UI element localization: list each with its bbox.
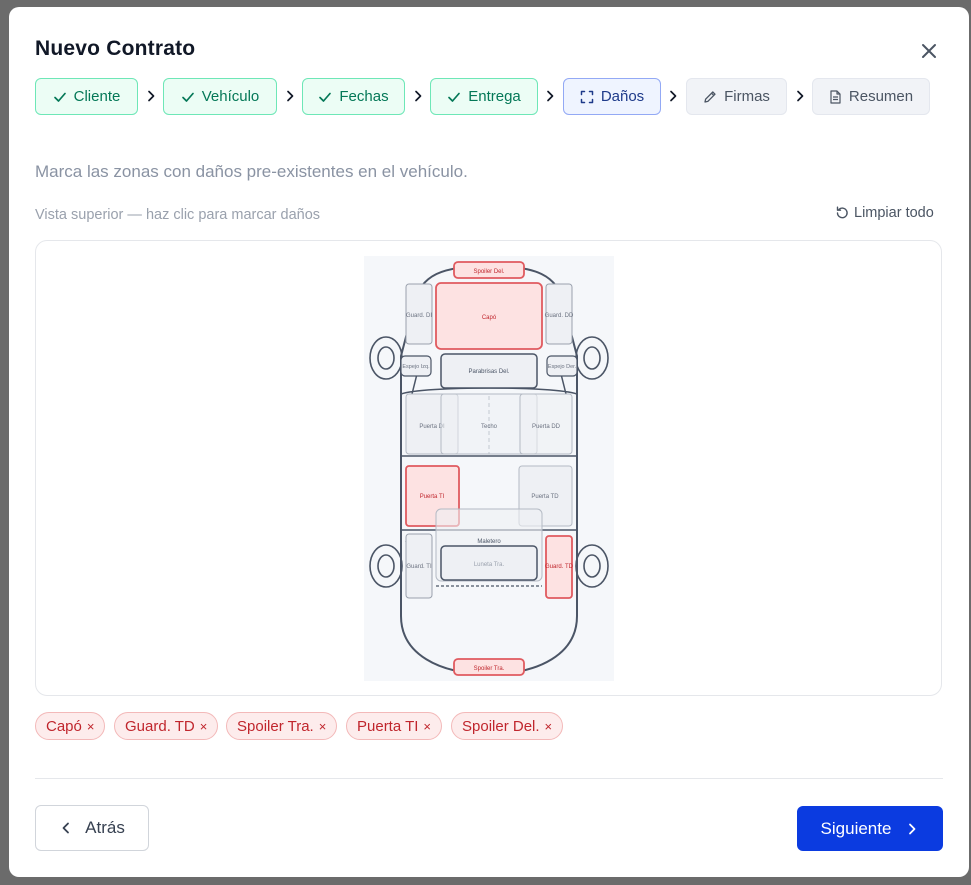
- chevron-right-icon: [670, 90, 677, 102]
- zone-label: Espejo Izq.: [402, 364, 430, 370]
- step-label: Vehículo: [201, 88, 260, 105]
- step-label: Entrega: [468, 88, 521, 105]
- chevron-right-icon: [148, 90, 155, 102]
- damage-intro: Marca las zonas con daños pre-existentes…: [35, 162, 468, 181]
- document-icon: [830, 89, 841, 104]
- damage-tag-label: Spoiler Del.: [462, 717, 540, 735]
- remove-icon[interactable]: ×: [545, 719, 553, 734]
- footer-divider: [35, 778, 943, 779]
- check-icon: [181, 92, 194, 102]
- remove-icon[interactable]: ×: [423, 719, 431, 734]
- damage-tag-label: Guard. TD: [125, 717, 195, 735]
- zone-label: Parabrisas Del.: [468, 369, 509, 375]
- wheel-fl: [369, 336, 403, 380]
- close-icon[interactable]: [917, 39, 941, 63]
- step-entrega[interactable]: Entrega: [430, 78, 538, 115]
- damage-tag[interactable]: Puerta TI ×: [346, 712, 443, 740]
- zone-label: Capó: [482, 315, 497, 321]
- zone-label: Puerta TI: [420, 494, 445, 500]
- zone-label: Guard. TD: [545, 564, 574, 570]
- modal-title: Nuevo Contrato: [35, 37, 196, 60]
- remove-icon[interactable]: ×: [87, 719, 95, 734]
- zone-label: Techo: [481, 424, 498, 430]
- step-label: Firmas: [724, 88, 770, 105]
- step-resumen[interactable]: Resumen: [812, 78, 930, 115]
- view-label: Vista superior — haz clic para marcar da…: [35, 207, 321, 223]
- zone-label: Guard. DI: [406, 313, 432, 319]
- zone-label: Guard. DD: [545, 313, 574, 319]
- zone-guard-dd[interactable]: Guard. DD: [545, 283, 574, 345]
- next-button[interactable]: Siguiente: [797, 806, 943, 851]
- zone-luneta-tra[interactable]: Luneta Tra.: [440, 545, 538, 581]
- step-label: Fechas: [339, 88, 389, 105]
- damage-canvas: Spoiler Del. Capó Guard. DI Guard. DD Es…: [35, 240, 942, 696]
- zone-espejo-der[interactable]: Espejo Der.: [546, 355, 578, 377]
- check-icon: [448, 92, 461, 102]
- remove-icon[interactable]: ×: [319, 719, 327, 734]
- zone-espejo-izq[interactable]: Espejo Izq.: [400, 355, 432, 377]
- zone-label: Guard. TI: [406, 564, 432, 570]
- zone-spoiler-del[interactable]: Spoiler Del.: [453, 261, 525, 279]
- chevron-right-icon: [415, 90, 422, 102]
- zone-label: Spoiler Del.: [473, 269, 504, 275]
- car-diagram: Spoiler Del. Capó Guard. DI Guard. DD Es…: [369, 261, 609, 676]
- zone-guard-di[interactable]: Guard. DI: [405, 283, 433, 345]
- zone-guard-ti[interactable]: Guard. TI: [405, 533, 433, 599]
- wheel-rl: [369, 544, 403, 588]
- step-label: Daños: [600, 88, 645, 105]
- check-icon: [53, 92, 66, 102]
- damage-tag[interactable]: Guard. TD ×: [114, 712, 219, 740]
- chevron-right-icon: [797, 90, 804, 102]
- zone-parabrisas-del[interactable]: Parabrisas Del.: [440, 353, 538, 389]
- damage-tag[interactable]: Spoiler Tra. ×: [226, 712, 338, 740]
- step-fechas[interactable]: Fechas: [302, 78, 405, 115]
- zone-label: Puerta TD: [531, 494, 559, 500]
- zone-label: Spoiler Tra.: [474, 666, 505, 672]
- step-label: Cliente: [73, 88, 121, 105]
- car-top-view: Spoiler Del. Capó Guard. DI Guard. DD Es…: [364, 256, 614, 681]
- clear-all-button[interactable]: Limpiar todo: [835, 205, 934, 221]
- step-cliente[interactable]: Cliente: [35, 78, 138, 115]
- chevron-left-icon: [62, 822, 70, 834]
- damage-tag[interactable]: Spoiler Del. ×: [451, 712, 564, 740]
- damage-tag[interactable]: Capó ×: [35, 712, 106, 740]
- step-firmas[interactable]: Firmas: [686, 78, 787, 115]
- zone-puerta-dd[interactable]: Puerta DD: [519, 393, 573, 455]
- step-label: Resumen: [848, 88, 914, 105]
- contract-modal: Nuevo Contrato Cliente Vehículo Fechas E…: [9, 7, 969, 877]
- chevron-right-icon: [547, 90, 554, 102]
- damage-tag-label: Puerta TI: [357, 717, 419, 735]
- back-button[interactable]: Atrás: [35, 805, 149, 851]
- damage-tag-label: Capó: [46, 717, 82, 735]
- check-icon: [319, 92, 332, 102]
- back-label: Atrás: [85, 818, 125, 837]
- scan-icon: [580, 90, 594, 103]
- zone-guard-td[interactable]: Guard. TD: [545, 535, 574, 599]
- wheel-rr: [575, 544, 609, 588]
- reset-icon: [836, 206, 848, 219]
- step-danos[interactable]: Daños: [563, 78, 661, 115]
- zone-label: Espejo Der.: [548, 364, 577, 370]
- clear-all-label: Limpiar todo: [854, 205, 934, 221]
- zone-capo[interactable]: Capó: [435, 282, 543, 350]
- zone-spoiler-tra[interactable]: Spoiler Tra.: [453, 658, 525, 676]
- next-label: Siguiente: [820, 818, 892, 838]
- pencil-icon: [704, 90, 716, 103]
- chevron-right-icon: [287, 90, 294, 102]
- zone-label: Maletero: [477, 539, 501, 545]
- step-vehiculo[interactable]: Vehículo: [163, 78, 277, 115]
- zone-label: Luneta Tra.: [474, 562, 505, 568]
- zone-label: Puerta DD: [532, 424, 561, 430]
- wheel-fr: [575, 336, 609, 380]
- remove-icon[interactable]: ×: [200, 719, 208, 734]
- chevron-right-icon: [909, 823, 916, 834]
- damage-tag-label: Spoiler Tra.: [237, 717, 314, 735]
